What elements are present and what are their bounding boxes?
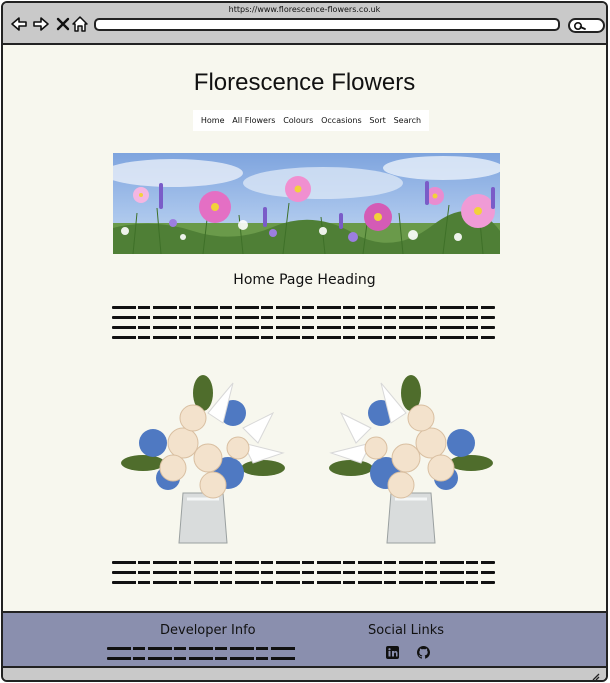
placeholder-text-block-1 [112, 306, 495, 346]
home-icon[interactable] [71, 15, 89, 33]
nav-colours[interactable]: Colours [283, 116, 313, 125]
bouquet-image-left [121, 375, 285, 544]
github-icon[interactable] [417, 646, 430, 659]
hero-flower-banner [113, 153, 500, 254]
placeholder-text-block-2 [112, 561, 495, 591]
forward-arrow-icon[interactable] [32, 15, 50, 33]
linkedin-icon[interactable] [386, 646, 399, 659]
close-icon[interactable] [54, 15, 72, 33]
browser-search-button[interactable] [568, 18, 605, 33]
resize-grip-icon[interactable] [590, 671, 600, 681]
home-page-heading: Home Page Heading [233, 272, 376, 288]
browser-url-title: https://www.florescence-flowers.co.uk [228, 5, 381, 14]
developer-info-text [107, 647, 297, 667]
browser-toolbar: https://www.florescence-flowers.co.uk [3, 3, 606, 45]
browser-status-bar [3, 668, 606, 681]
back-arrow-icon[interactable] [10, 15, 28, 33]
site-title[interactable]: Florescence Flowers [3, 69, 606, 97]
page-footer: Developer Info Social Links [3, 611, 606, 668]
nav-sort[interactable]: Sort [369, 116, 385, 125]
nav-search[interactable]: Search [394, 116, 421, 125]
nav-home[interactable]: Home [201, 116, 225, 125]
search-icon [573, 21, 586, 31]
browser-window: https://www.florescence-flowers.co.uk Fl… [1, 1, 608, 682]
address-bar[interactable] [94, 18, 560, 31]
nav-all-flowers[interactable]: All Flowers [232, 116, 275, 125]
web-page: Florescence Flowers Home All Flowers Col… [3, 47, 606, 612]
nav-occasions[interactable]: Occasions [321, 116, 362, 125]
social-links-heading: Social Links [368, 623, 445, 638]
main-navigation: Home All Flowers Colours Occasions Sort … [193, 110, 429, 131]
bouquet-image-right [329, 375, 493, 544]
developer-info-heading: Developer Info [160, 623, 256, 638]
